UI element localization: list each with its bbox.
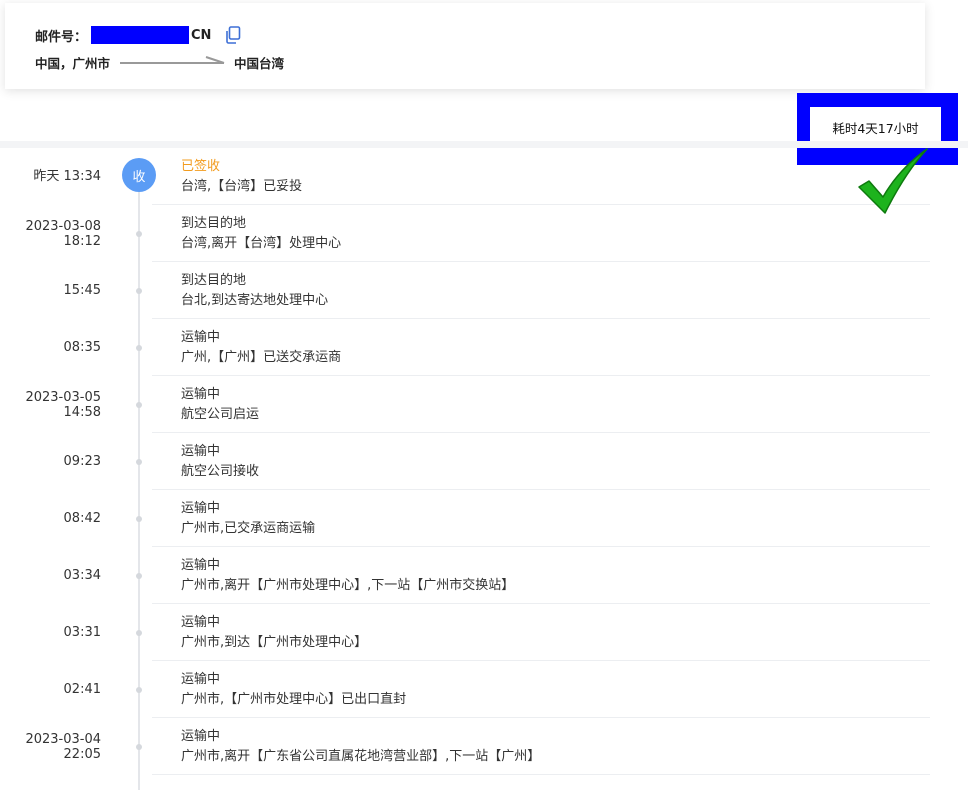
entry-text: 运输中广州市,离开【广东省公司直属花地湾营业部】,下一站【广州】 [181, 727, 540, 767]
route-row: 中国，广州市 中国台湾 [35, 52, 284, 72]
entry-time: 18:12 [63, 233, 101, 249]
entry-time: 09:23 [63, 454, 101, 469]
entry-text: 到达目的地台北,到达寄达地处理中心 [181, 271, 328, 311]
entry-time: 02:41 [63, 682, 101, 697]
tracking-header-card: 邮件号： CN 中国，广州市 中国台湾 [5, 3, 925, 89]
entry-text: 运输中广州市,到达【广州市处理中心】 [181, 613, 367, 653]
entry-detail: 台湾,离开【台湾】处理中心 [181, 236, 342, 251]
entry-status: 到达目的地 [181, 216, 247, 231]
entry-timestamp: 08:35 [0, 319, 101, 376]
entry-time: 03:31 [63, 625, 101, 640]
entry-text: 运输中广州市,【广州市处理中心】已出口直封 [181, 670, 406, 710]
entry-time: 15:45 [63, 283, 101, 298]
entry-time: 14:58 [63, 404, 101, 420]
entry-timestamp: 2023-03-04 22:05 [0, 718, 101, 775]
timeline-entry: 2023-03-05 14:58 运输中航空公司启运 [0, 376, 968, 433]
received-badge: 收 [122, 158, 156, 192]
entry-separator [152, 774, 930, 775]
timeline-entry: 03:31 运输中广州市,到达【广州市处理中心】 [0, 604, 968, 661]
timeline-entry: 09:23 运输中航空公司接收 [0, 433, 968, 490]
timeline-entry: 02:41 运输中广州市,【广州市处理中心】已出口直封 [0, 661, 968, 718]
entry-time: 22:05 [63, 746, 101, 762]
entry-status: 运输中 [181, 729, 221, 744]
entry-status: 运输中 [181, 387, 221, 402]
entry-detail: 广州,【广州】已送交承运商 [181, 350, 342, 365]
entry-timestamp: 03:34 [0, 547, 101, 604]
entry-status: 运输中 [181, 444, 221, 459]
entry-date: 2023-03-05 [25, 389, 101, 405]
timeline-entry: 08:35 运输中广州,【广州】已送交承运商 [0, 319, 968, 376]
timeline-entry: 2023-03-08 18:12 到达目的地台湾,离开【台湾】处理中心 [0, 205, 968, 262]
timeline-dot [136, 231, 142, 237]
timeline-dot [136, 630, 142, 636]
entry-text: 运输中 航空公司接收 [181, 442, 259, 482]
mail-number-suffix: CN [191, 27, 212, 43]
timeline-dot [136, 459, 142, 465]
entry-time: 08:42 [63, 511, 101, 526]
entry-detail: 台湾,【台湾】已妥投 [181, 179, 303, 194]
entry-text: 运输中广州,【广州】已送交承运商 [181, 328, 341, 368]
entry-status: 到达目的地 [181, 273, 247, 288]
entry-status: 运输中 [181, 330, 221, 345]
entry-detail: 航空公司接收 [181, 464, 260, 479]
timeline-entry: 昨天 13:34 收已签收 台湾,【台湾】已妥投 [0, 148, 968, 205]
entry-detail: 广州市,【广州市处理中心】已出口直封 [181, 692, 407, 707]
entry-timestamp: 02:41 [0, 661, 101, 718]
entry-status: 运输中 [181, 615, 221, 630]
entry-timestamp: 2023-03-08 18:12 [0, 205, 101, 262]
entry-status: 运输中 [181, 558, 221, 573]
tracking-timeline: 昨天 13:34 收已签收 台湾,【台湾】已妥投 2023-03-08 18:12 到达目… [0, 148, 968, 790]
timeline-entry: 15:45 到达目的地台北,到达寄达地处理中心 [0, 262, 968, 319]
timeline-entry: 2023-03-04 22:05 运输中广州市,离开【广东省公司直属花地湾营业部】,… [0, 718, 968, 775]
entry-date: 2023-03-04 [25, 731, 101, 747]
timeline-dot [136, 687, 142, 693]
timeline-entry: 08:42 运输中广州市,已交承运商运输 [0, 490, 968, 547]
entry-text: 运输中广州市,已交承运商运输 [181, 499, 315, 539]
entry-text: 运输中 航空公司启运 [181, 385, 259, 425]
timeline-dot [136, 345, 142, 351]
entry-timestamp: 15:45 [0, 262, 101, 319]
timeline-dot [136, 573, 142, 579]
entry-text: 已签收台湾,【台湾】已妥投 [181, 157, 302, 197]
entry-detail: 广州市,离开【广东省公司直属花地湾营业部】,下一站【广州】 [181, 749, 541, 764]
entry-status: 已签收 [181, 159, 221, 174]
route-destination: 中国台湾 [234, 55, 285, 71]
entry-time: 08:35 [63, 340, 101, 355]
entry-detail: 广州市,到达【广州市处理中心】 [181, 635, 368, 650]
entry-detail: 广州市,已交承运商运输 [181, 521, 316, 536]
entry-timestamp: 08:42 [0, 490, 101, 547]
timeline-dot [136, 744, 142, 750]
mail-number-row: 邮件号： CN [35, 25, 241, 45]
entry-text: 运输中广州市,离开【广州市处理中心】,下一站【广州市交换站】 [181, 556, 514, 596]
timeline-dot [136, 288, 142, 294]
arrow-right-icon [120, 56, 225, 64]
entry-status: 运输中 [181, 501, 221, 516]
section-divider [0, 141, 968, 148]
copy-icon[interactable] [225, 26, 241, 44]
entry-status: 运输中 [181, 672, 221, 687]
entry-time: 03:34 [63, 568, 101, 583]
mail-number-redacted [91, 26, 190, 44]
entry-text: 到达目的地台湾,离开【台湾】处理中心 [181, 214, 341, 254]
entry-timestamp: 09:23 [0, 433, 101, 490]
timeline-dot [136, 402, 142, 408]
entry-date: 2023-03-08 [25, 218, 101, 234]
checkmark-icon [858, 148, 928, 214]
mail-number-label: 邮件号： [35, 29, 88, 45]
entry-timestamp: 2023-03-05 14:58 [0, 376, 101, 433]
timeline-entry: 03:34 运输中广州市,离开【广州市处理中心】,下一站【广州市交换站】 [0, 547, 968, 604]
entry-time: 昨天 13:34 [33, 169, 101, 184]
timeline-dot [136, 516, 142, 522]
entry-detail: 航空公司启运 [181, 407, 260, 422]
entry-timestamp: 昨天 13:34 [0, 148, 101, 205]
entry-detail: 广州市,离开【广州市处理中心】,下一站【广州市交换站】 [181, 578, 515, 593]
entry-timestamp: 03:31 [0, 604, 101, 661]
entry-detail: 台北,到达寄达地处理中心 [181, 293, 329, 308]
route-origin: 中国，广州市 [35, 55, 111, 71]
